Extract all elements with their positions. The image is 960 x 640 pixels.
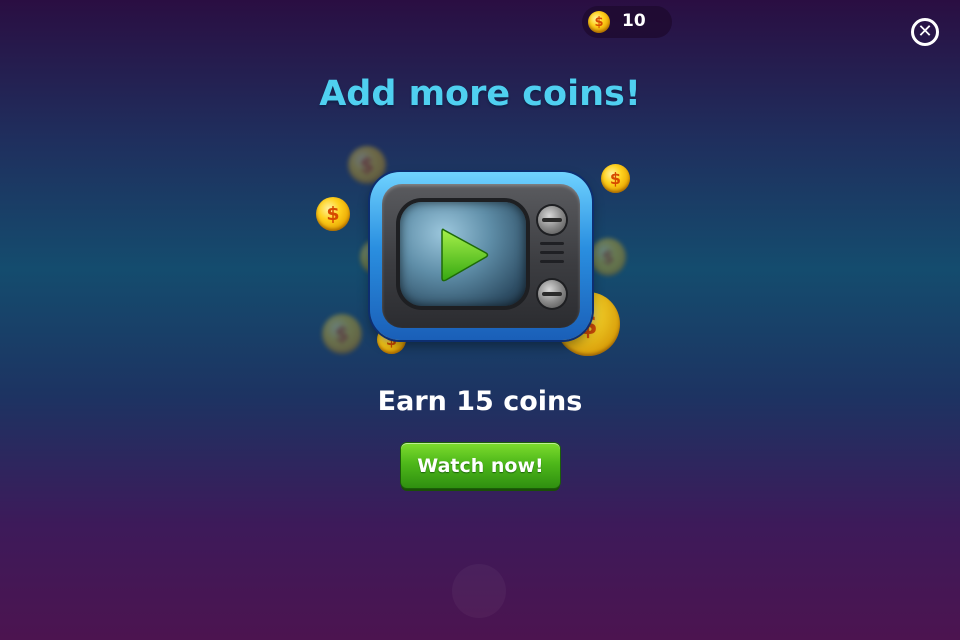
dialog-title: Add more coins! <box>319 74 641 114</box>
coin-count: 10 <box>622 11 646 31</box>
coin-icon: $ <box>590 238 626 276</box>
close-icon: ✕ <box>917 21 933 42</box>
tv-speaker <box>540 242 564 269</box>
background-shape <box>452 564 506 618</box>
play-icon <box>441 228 489 282</box>
coin-icon: $ <box>316 197 350 231</box>
close-button[interactable]: ✕ <box>911 18 939 46</box>
coin-icon: $ <box>588 11 610 33</box>
tv-screen <box>400 202 526 306</box>
watch-now-button[interactable]: Watch now! <box>401 443 560 488</box>
coin-icon: $ <box>322 314 362 354</box>
tv-body <box>382 184 580 328</box>
reward-text: Earn 15 coins <box>377 386 583 417</box>
coin-counter: $ 10 <box>582 6 672 38</box>
tv-knob-icon <box>538 280 566 308</box>
watch-now-label: Watch now! <box>417 454 544 477</box>
tv-video-icon[interactable] <box>370 172 592 340</box>
tv-knob-icon <box>538 206 566 234</box>
coin-icon: $ <box>601 164 630 193</box>
